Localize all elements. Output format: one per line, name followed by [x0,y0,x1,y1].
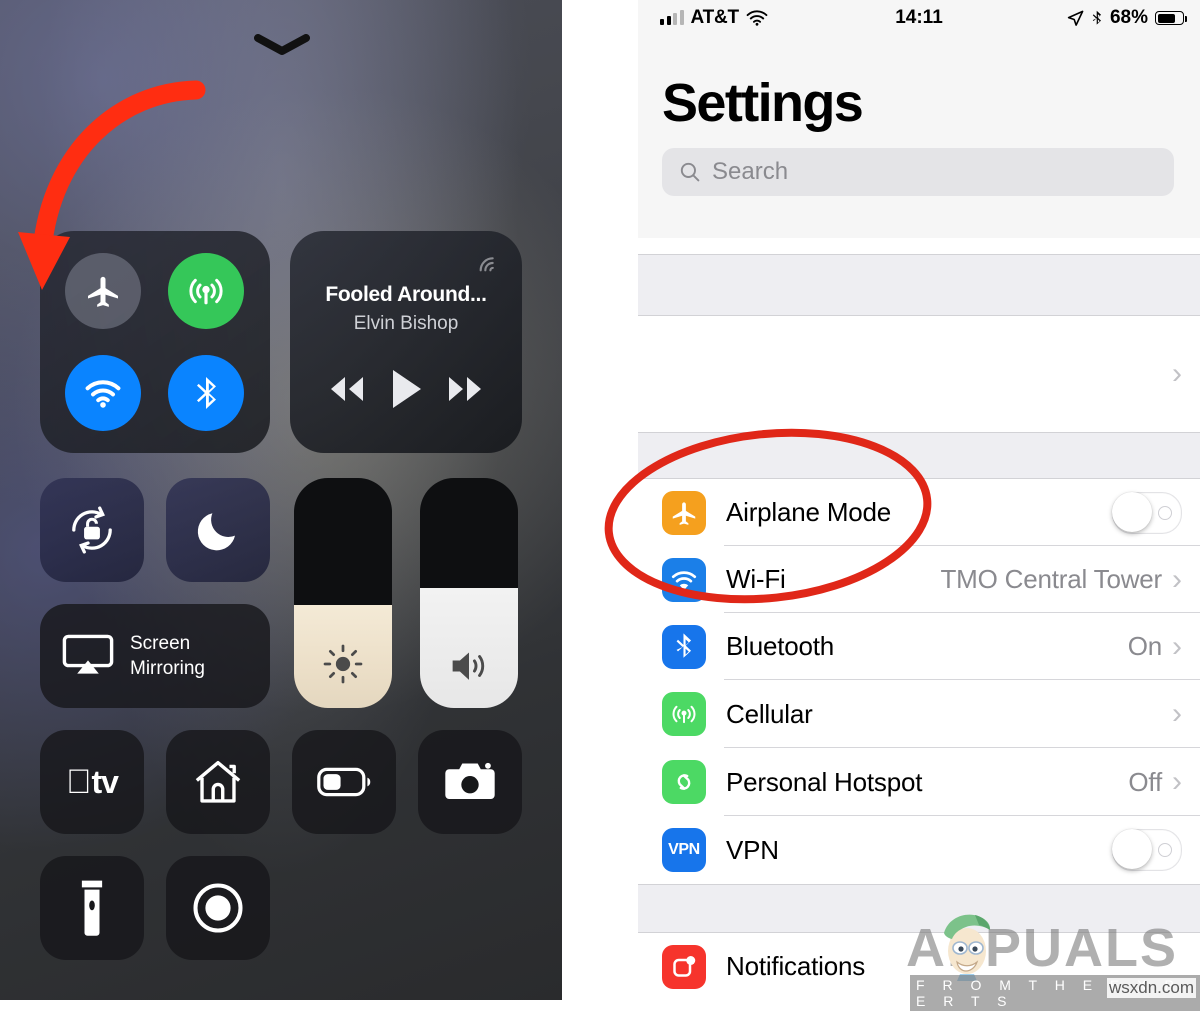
bluetooth-icon [1092,10,1101,25]
rotation-lock-icon [72,506,112,554]
row-label: Cellular [726,698,813,729]
camera-icon [445,762,495,799]
brightness-slider[interactable] [294,478,392,708]
section-separator-notifications [638,884,1200,933]
status-bar: AT&T 14:11 68% [638,0,1200,36]
airplane-icon [88,276,118,307]
airplane-mode-toggle[interactable] [65,253,141,329]
control-center-panel: Fooled Around... Elvin Bishop Screen Mir… [0,0,562,1000]
cellular-icon [662,692,706,736]
row-label: Personal Hotspot [726,766,923,797]
panel-gap [562,0,638,1000]
section-separator-top [638,254,1200,316]
home-tile[interactable] [166,730,270,834]
low-power-mode-tile[interactable] [292,730,396,834]
flashlight-tile[interactable] [40,856,144,960]
chevron-right-icon: › [1172,629,1182,663]
wifi-toggle[interactable] [65,355,141,431]
table-row[interactable]: Notifications [638,933,1200,1000]
apple-logo-icon:  [66,765,91,799]
cellular-icon [189,278,223,305]
chevron-right-icon: › [1172,697,1182,730]
battery-icon [317,767,371,797]
apple-id-row[interactable]: › [638,316,1200,432]
do-not-disturb-tile[interactable] [166,478,270,582]
search-icon [680,162,700,182]
vpn-icon: VPN [662,828,706,872]
table-row[interactable]: Bluetooth On › [638,613,1200,680]
hotspot-icon [662,760,706,804]
row-value: On [1127,631,1162,661]
play-button[interactable] [386,367,426,411]
screen-mirroring-label-2: Mirroring [130,658,205,679]
row-label: Airplane Mode [726,497,892,527]
row-label: Notifications [726,951,866,981]
vpn-icon-label: VPN [668,841,700,858]
home-icon [195,760,241,803]
row-label: Wi-Fi [726,564,786,594]
apple-tv-remote-tile[interactable]: tv [40,730,144,834]
location-arrow-icon [1067,10,1084,26]
battery-percent-label: 68% [1109,7,1148,28]
screen-recording-tile[interactable] [166,856,270,960]
volume-icon [420,646,518,686]
chevron-right-icon: › [1172,357,1182,390]
chevron-down-icon[interactable] [254,34,310,56]
airplane-mode-toggle[interactable] [1112,491,1182,534]
record-icon [193,883,243,933]
battery-icon [1155,11,1187,25]
volume-slider[interactable] [420,478,518,708]
section-separator-connectivity [638,432,1200,479]
screen-mirroring-icon [62,634,114,674]
row-value: TMO Central Tower [940,564,1162,594]
bluetooth-icon [662,624,706,669]
now-playing-artist: Elvin Bishop [353,313,459,334]
search-placeholder: Search [712,158,789,185]
now-playing-title: Fooled Around... [325,283,487,306]
table-row[interactable]: Airplane Mode [638,479,1200,546]
camera-tile[interactable] [418,730,522,834]
flashlight-icon [81,880,103,936]
airplay-audio-icon[interactable] [474,245,506,277]
rotation-lock-tile[interactable] [40,478,144,582]
settings-header: Settings Search [638,36,1200,238]
settings-panel: AT&T 14:11 68% Settings Search › Airplan… [638,0,1200,1000]
row-label: Bluetooth [726,631,835,661]
page-title: Settings [662,73,864,133]
airplane-icon [662,490,706,535]
now-playing-module[interactable]: Fooled Around... Elvin Bishop [290,231,522,453]
row-value: Off [1128,766,1162,797]
notifications-icon [662,944,706,989]
wifi-icon [662,557,706,602]
vpn-toggle[interactable] [1112,829,1182,871]
apple-tv-label: tv [79,763,119,800]
screen-mirroring-tile[interactable]: Screen Mirroring [40,604,270,708]
screenshot-root: Fooled Around... Elvin Bishop Screen Mir… [0,0,1200,1011]
table-row[interactable]: VPN VPN [638,816,1200,884]
table-row[interactable]: Cellular › [638,680,1200,748]
search-input[interactable]: Search [662,148,1174,196]
bluetooth-icon [197,377,216,409]
chevron-right-icon: › [1172,765,1182,798]
chevron-right-icon: › [1172,562,1182,596]
screen-mirroring-label-1: Screen [130,633,191,654]
cellular-data-toggle[interactable] [168,253,244,329]
connectivity-module[interactable] [40,231,270,453]
bluetooth-toggle[interactable] [168,355,244,431]
moon-icon [197,513,235,551]
row-label: VPN [726,834,779,865]
rewind-button[interactable] [323,372,371,406]
fast-forward-button[interactable] [441,372,489,406]
table-row[interactable]: Wi-Fi TMO Central Tower › [638,546,1200,613]
brightness-icon [294,642,392,686]
table-row[interactable]: Personal Hotspot Off › [638,748,1200,816]
wifi-icon [85,380,121,408]
